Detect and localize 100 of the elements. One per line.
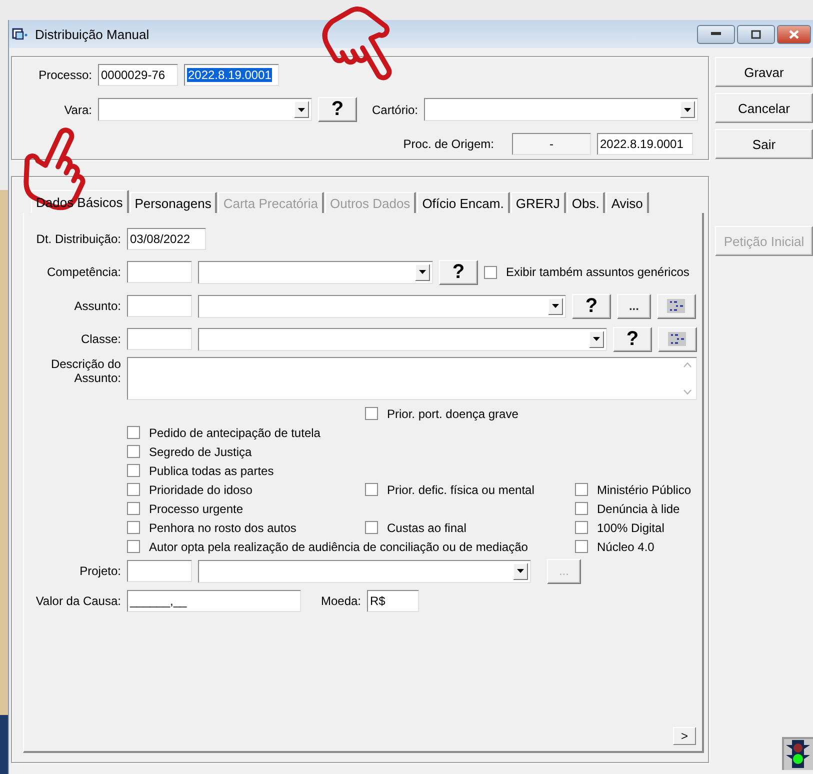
checkbox[interactable] [364, 407, 378, 420]
dropdown-button[interactable] [548, 298, 563, 314]
amount-field[interactable]: ______,__ [126, 590, 301, 612]
dropdown-arrow-icon [418, 270, 426, 274]
checkbox-label: Prioridade do idoso [148, 482, 252, 496]
scroll-up-icon[interactable] [682, 362, 692, 368]
checkbox-label: Pedido de antecipação de tutela [148, 426, 320, 440]
field-label: Moeda: [320, 594, 362, 608]
action-button[interactable]: Cancelar [714, 93, 813, 123]
tab[interactable]: Aviso [606, 192, 649, 213]
checkbox[interactable] [574, 502, 588, 515]
checkbox-label: Custas ao final [386, 520, 466, 534]
description-field[interactable] [126, 357, 697, 400]
checkbox-label: Segredo de Justiça [148, 444, 252, 458]
tree-list-icon [668, 332, 686, 346]
checkbox[interactable] [126, 464, 140, 477]
checkbox-label: 100% Digital [596, 520, 664, 534]
field-label: Valor da Causa: [34, 594, 121, 608]
window-icon [10, 26, 29, 42]
dropdown-field[interactable] [424, 98, 698, 121]
checkbox-label: Prior. port. doença grave [386, 406, 518, 420]
field-label: Projeto: [78, 564, 121, 578]
dropdown-arrow-icon [552, 304, 559, 308]
checkbox[interactable] [126, 521, 140, 534]
dropdown-field[interactable] [198, 260, 433, 284]
minimize-icon [711, 32, 721, 36]
checkbox[interactable] [574, 483, 588, 496]
checkbox[interactable] [484, 266, 497, 278]
process-code-field[interactable]: 2022.8.19.0001 [184, 64, 279, 86]
tab[interactable]: Personagens [130, 192, 218, 213]
action-button[interactable]: Gravar [714, 57, 813, 87]
dropdown-arrow-icon [298, 108, 305, 112]
currency-field[interactable]: R$ [367, 590, 420, 612]
checkbox[interactable] [574, 540, 588, 553]
close-button[interactable] [777, 24, 811, 44]
checkbox[interactable] [364, 521, 378, 534]
checkbox[interactable] [126, 483, 140, 496]
field-label: Dt. Distribuição: [35, 232, 121, 246]
checkbox-label: Publica todas as partes [148, 464, 274, 478]
tree-view-button[interactable] [656, 294, 696, 318]
checkbox-label: Ministério Público [596, 482, 692, 496]
checkbox[interactable] [126, 540, 140, 553]
close-icon [789, 30, 799, 38]
field-label: Proc. de Origem: [403, 137, 494, 151]
field-label: Classe: [80, 332, 121, 346]
dropdown-field[interactable] [198, 560, 531, 582]
tab[interactable]: Obs. [566, 192, 606, 213]
help-button[interactable]: ? [612, 326, 652, 352]
dropdown-arrow-icon [684, 108, 691, 112]
code-field[interactable] [126, 328, 192, 350]
code-field[interactable] [126, 261, 192, 283]
dropdown-button[interactable] [512, 562, 528, 580]
code-field[interactable] [126, 295, 192, 317]
origin-code-field[interactable]: 2022.8.19.0001 [596, 133, 693, 155]
tree-list-icon [667, 299, 686, 313]
action-button[interactable]: Sair [714, 129, 813, 159]
checkbox[interactable] [126, 502, 140, 515]
checkbox[interactable] [126, 445, 140, 458]
maximize-icon [751, 30, 761, 38]
dropdown-field[interactable] [198, 294, 566, 318]
help-button[interactable]: ? [438, 260, 478, 284]
window-title: Distribuição Manual [34, 26, 150, 42]
field-label: Competência: [46, 265, 121, 279]
field-label: Cartório: [372, 102, 418, 116]
dropdown-arrow-icon [516, 569, 524, 573]
dropdown-button[interactable] [588, 330, 604, 348]
process-number-field[interactable]: 0000029-76 [98, 64, 178, 86]
tab[interactable]: GRERJ [510, 192, 566, 213]
checkbox[interactable] [126, 426, 140, 439]
date-field[interactable]: 03/08/2022 [126, 228, 206, 250]
dropdown-arrow-icon [592, 337, 600, 341]
maximize-button[interactable] [737, 24, 775, 44]
traffic-light-icon [782, 737, 813, 770]
field-label: Assunto: [73, 299, 121, 313]
dropdown-field[interactable] [98, 98, 312, 121]
checkbox-label: Denúncia à lide [596, 502, 680, 516]
next-button[interactable]: > [672, 727, 696, 745]
more-button[interactable]: ... [616, 294, 651, 318]
checkbox-label: Prior. defic. física ou mental [386, 482, 534, 496]
code-field[interactable] [126, 560, 192, 582]
help-button[interactable]: ? [318, 97, 357, 122]
field-label: Descrição do Assunto: [50, 357, 121, 387]
tree-view-button[interactable] [658, 326, 697, 352]
dropdown-field[interactable] [198, 328, 607, 350]
field-label: Vara: [63, 102, 92, 116]
dropdown-button[interactable] [414, 264, 430, 280]
checkbox-label: Processo urgente [148, 502, 244, 516]
minimize-button[interactable] [697, 24, 735, 44]
checkbox[interactable] [574, 521, 588, 534]
dropdown-button[interactable] [294, 101, 309, 118]
scroll-down-icon[interactable] [682, 389, 692, 395]
tab[interactable]: Ofício Encam. [417, 192, 510, 213]
origin-number-field[interactable]: - [512, 133, 591, 155]
dropdown-button[interactable] [680, 101, 695, 118]
checkbox[interactable] [364, 483, 378, 496]
checkbox-label: Núcleo 4.0 [596, 540, 654, 554]
checkbox-label: Penhora no rosto dos autos [148, 520, 296, 534]
help-button[interactable]: ? [572, 294, 611, 318]
field-label: Processo: [38, 68, 92, 82]
checkbox-label: Autor opta pela realização de audiência de conciliação ou de mediação [148, 540, 528, 554]
